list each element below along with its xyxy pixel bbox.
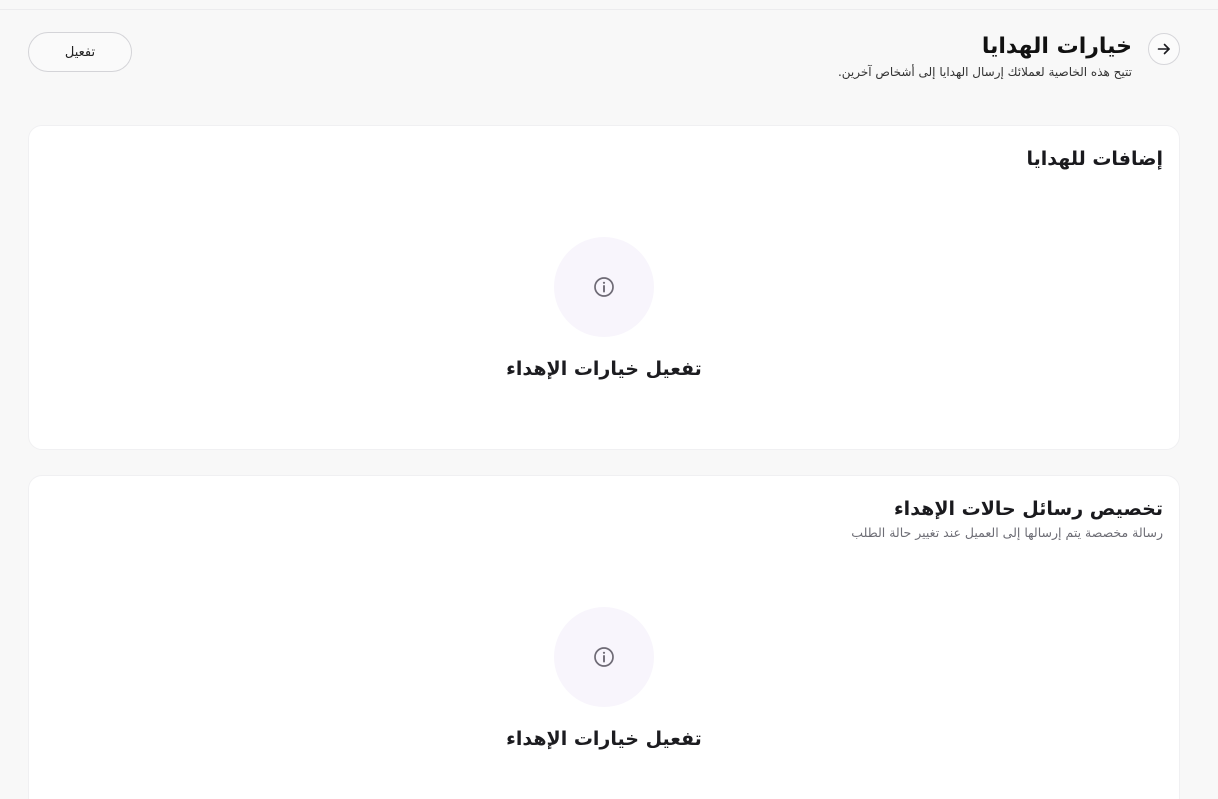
back-button[interactable] [1148, 33, 1180, 65]
gift-status-messages-card: تخصيص رسائل حالات الإهداء رسالة مخصصة يت… [28, 475, 1180, 799]
card-header: تخصيص رسائل حالات الإهداء رسالة مخصصة يت… [851, 496, 1163, 542]
card-header: إضافات للهدايا [1027, 146, 1163, 172]
info-icon [594, 277, 614, 297]
empty-state-label: تفعيل خيارات الإهداء [506, 358, 702, 380]
card-title: تخصيص رسائل حالات الإهداء [893, 498, 1163, 520]
title-block: خيارات الهدايا تتيح هذه الخاصية لعملائك … [838, 32, 1132, 80]
info-icon [594, 647, 614, 667]
page-subtitle: تتيح هذه الخاصية لعملائك إرسال الهدايا إ… [837, 65, 1132, 79]
page-title: خيارات الهدايا [981, 34, 1132, 59]
info-icon-circle [554, 607, 654, 707]
activate-button[interactable]: تفعيل [28, 32, 132, 72]
top-divider [0, 9, 1218, 10]
arrow-right-icon [1157, 43, 1170, 55]
gift-addons-card: إضافات للهدايا تفعيل خيارات الإهداء [28, 125, 1180, 450]
card-description: رسالة مخصصة يتم إرسالها إلى العميل عند ت… [851, 525, 1163, 540]
page-header: تفعيل خيارات الهدايا تتيح هذه الخاصية لع… [28, 32, 1180, 84]
info-icon-circle [554, 237, 654, 337]
empty-state: تفعيل خيارات الإهداء [29, 237, 1179, 383]
card-title: إضافات للهدايا [1026, 148, 1163, 170]
empty-state: تفعيل خيارات الإهداء [29, 607, 1179, 753]
empty-state-label: تفعيل خيارات الإهداء [506, 728, 702, 750]
